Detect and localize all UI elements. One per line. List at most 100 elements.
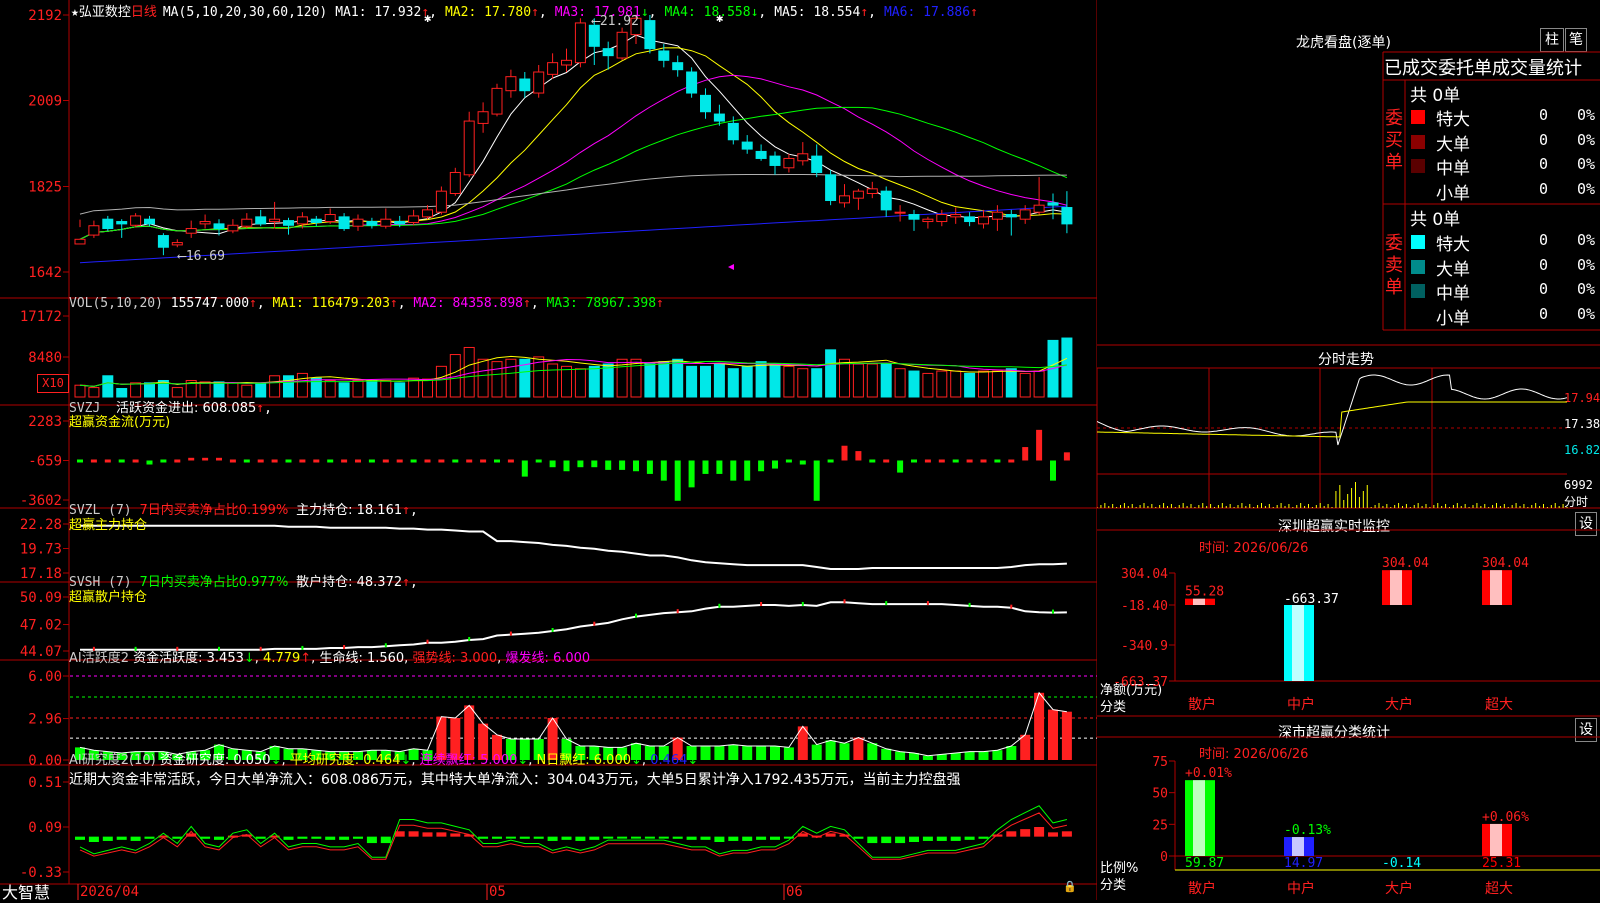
- candle-body: [978, 216, 989, 225]
- research-bar: [1006, 831, 1017, 837]
- candle-body: [811, 155, 823, 173]
- volume-bar: [936, 370, 948, 398]
- research-bar: [728, 836, 739, 841]
- flow-dot: [368, 459, 375, 463]
- retail-tick: [718, 603, 721, 608]
- volume-bar: [338, 382, 350, 398]
- ai1-header: AI活跃度2 资金活跃度: 3.453↓, 4.779↑, 生命线: 1.560…: [69, 651, 591, 666]
- volume-bar: [866, 363, 878, 398]
- volume-bar: [1061, 337, 1073, 398]
- stats-bar-value: 25.31: [1482, 856, 1521, 871]
- research-bar: [1020, 829, 1031, 837]
- stats-category: 散户: [1188, 880, 1216, 897]
- period-label[interactable]: 日线: [131, 5, 157, 20]
- research-bar: [936, 836, 947, 841]
- ma-legend-1: MA1: 17.932↑,: [335, 5, 437, 20]
- research-bar: [505, 836, 516, 839]
- research-bar: [519, 836, 530, 839]
- ai1-y-tick: 6.00: [28, 669, 62, 685]
- research-bar: [533, 836, 544, 839]
- flow-bar: [563, 460, 570, 472]
- candle-body: [991, 211, 1003, 220]
- research-bar: [547, 836, 558, 841]
- volume-bar: [741, 365, 753, 398]
- brand-logo[interactable]: 大智慧: [2, 879, 50, 903]
- flow-dot: [938, 459, 945, 463]
- flow-dot: [327, 459, 334, 463]
- flow-dot: [911, 459, 917, 463]
- flow-dot: [174, 459, 181, 463]
- candle-body: [741, 141, 753, 150]
- flow-dot: [285, 459, 292, 463]
- volume-bar: [825, 349, 837, 398]
- candle-body: [839, 195, 850, 204]
- volume-bar: [839, 358, 850, 398]
- flow-dot: [966, 459, 973, 463]
- flow-dot: [341, 459, 348, 463]
- candle-body: [241, 218, 253, 227]
- activity-bar: [811, 744, 822, 760]
- volume-bar: [74, 384, 86, 398]
- ma-line-2: [79, 47, 1067, 240]
- volume-bar: [116, 388, 128, 398]
- monitor-y-tick: -663.37: [1113, 675, 1168, 690]
- flow-bar: [577, 460, 584, 468]
- volume-bar: [561, 365, 572, 398]
- volume-bar: [630, 358, 642, 398]
- flow-bar: [744, 460, 751, 481]
- flow-dot: [132, 459, 139, 463]
- ai2-y-tick: 0.51: [28, 775, 62, 791]
- candle-body: [491, 87, 503, 115]
- research-bar: [88, 836, 99, 842]
- stats-bar-pct: +0.06%: [1482, 810, 1529, 825]
- activity-bar: [714, 746, 725, 760]
- research-bar: [436, 832, 447, 837]
- candle-body: [700, 94, 711, 113]
- ai1-y-tick: 0.00: [28, 753, 62, 769]
- research-bar: [825, 833, 836, 837]
- flow-bar: [841, 445, 848, 461]
- volume-bar: [88, 387, 100, 398]
- candle-body: [102, 218, 114, 230]
- monitor-bar-value: 55.28: [1185, 585, 1224, 600]
- activity-bar: [783, 747, 794, 760]
- candle-body: [1005, 214, 1017, 218]
- research-bar: [380, 836, 391, 844]
- retail-tick: [885, 601, 888, 606]
- research-bar: [686, 836, 697, 840]
- activity-bar: [1061, 711, 1072, 760]
- candle-body: [283, 220, 294, 226]
- monitor-y-tick: -340.9: [1121, 639, 1168, 654]
- lock-icon[interactable]: 🔒: [1063, 880, 1077, 893]
- flow-bar: [660, 460, 667, 481]
- research-bar: [867, 836, 878, 844]
- stock-name[interactable]: 弘亚数控: [79, 5, 131, 20]
- monitor-category: 超大: [1485, 697, 1513, 713]
- flow-bar: [216, 457, 222, 461]
- research-bar: [339, 836, 350, 840]
- volume-bar: [283, 375, 294, 398]
- flow-dot: [466, 459, 473, 463]
- arrow-up-icon: ↑: [249, 296, 257, 311]
- flow-bar: [897, 460, 904, 473]
- flow-bar: [730, 460, 737, 481]
- right-panels-canvas[interactable]: 304.04 -18.40 -340.9 -663.37 55.28 散户 -663.37 中…: [1097, 0, 1600, 900]
- volume-bar: [435, 365, 447, 398]
- research-bar: [950, 836, 961, 841]
- star-icon[interactable]: ★: [71, 5, 79, 20]
- volume-bar: [602, 363, 614, 398]
- research-bar: [144, 836, 155, 839]
- x-axis-label: 06: [786, 884, 803, 900]
- flow-dot: [785, 459, 792, 463]
- candle-body: [435, 190, 447, 213]
- candle-body: [269, 218, 281, 223]
- volume-bar: [241, 384, 253, 398]
- candle-body: [213, 223, 225, 230]
- vol-header: VOL(5,10,20) 155747.000↑, MA1: 116479.20…: [69, 296, 664, 311]
- flow-bar: [702, 460, 709, 474]
- volume-bar: [700, 365, 711, 398]
- ma-legend-5: MA5: 18.554↑,: [774, 5, 876, 20]
- vol-unit-badge[interactable]: X10: [37, 374, 69, 393]
- candle-body: [894, 211, 906, 214]
- research-bar: [714, 836, 725, 842]
